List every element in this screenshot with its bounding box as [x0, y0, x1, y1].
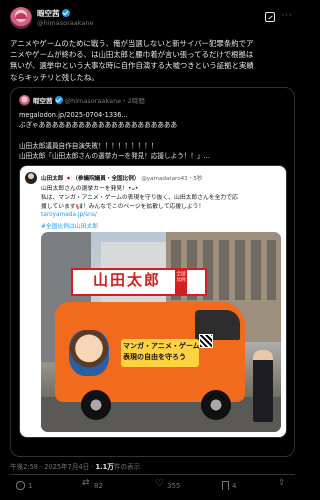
more-options-icon[interactable]: ··· — [281, 11, 293, 21]
person — [253, 350, 273, 422]
author-name-row[interactable]: 暇空茜 — [37, 8, 70, 19]
reply-button[interactable]: 1 — [16, 481, 32, 490]
grok-icon[interactable] — [265, 12, 275, 22]
post-text: アニメやゲームのために戦う、俺が当選しないと新サイバー犯罪条約でア ニメやゲーム… — [10, 39, 254, 82]
bookmark-button[interactable]: 4 — [222, 481, 236, 490]
quoted-post-text: megalodon.jp/2025-0704-1336... ぶぎゃああああああ… — [19, 111, 210, 160]
cartoon-character — [69, 330, 109, 376]
qr-code — [199, 334, 213, 348]
campaign-car-photo: 山田太郎 全国比例 マンガ・アニメ・ゲーム 表現の自由を守ろう — [41, 232, 281, 432]
embedded-author-handle: @yamadataro43 — [141, 176, 188, 182]
views-label: 件の表示 — [113, 463, 141, 471]
bookmark-count: 4 — [232, 482, 237, 490]
embedded-post-hashtag: #全国比例は山田太郎 — [41, 224, 99, 230]
retweet-count: 82 — [94, 482, 103, 490]
share-button[interactable] — [278, 478, 290, 490]
embedded-screenshot: 山田太郎 🇯🇵（参議院議員・全国比例） @yamadataro43・5秒 山田太… — [19, 165, 287, 438]
avatar — [25, 172, 37, 184]
author-handle[interactable]: @himasoraakane — [37, 19, 94, 27]
action-bar: 1 82 355 4 — [10, 478, 295, 497]
van-slogan-line2: 表現の自由を守ろう — [123, 353, 186, 361]
divider — [10, 474, 295, 475]
verified-badge-icon — [54, 96, 63, 104]
retweet-button[interactable]: 82 — [82, 478, 103, 490]
quoted-post-header: 暇空茜 @himasoraakane・2時間 — [19, 95, 145, 106]
roof-sign-side-text: 全国比例 — [175, 270, 187, 296]
avatar[interactable] — [19, 95, 30, 106]
quoted-post[interactable]: 暇空茜 @himasoraakane・2時間 megalodon.jp/2025… — [10, 87, 295, 457]
author-name[interactable]: 暇空茜 — [37, 9, 60, 18]
quoted-post-time: ・2時間 — [121, 97, 145, 105]
reply-icon — [16, 481, 25, 490]
embedded-post-time: ・5秒 — [187, 176, 203, 182]
embedded-author-name: 山田太郎 🇯🇵（参議院議員・全国比例） — [41, 176, 140, 182]
post-header: 暇空茜 @himasoraakane ··· — [10, 7, 295, 29]
wheel — [81, 390, 111, 420]
van-slogan-line1: マンガ・アニメ・ゲーム — [123, 342, 200, 350]
verified-badge-icon — [61, 9, 70, 17]
avatar[interactable] — [10, 7, 32, 29]
heart-icon — [155, 478, 164, 490]
like-count: 355 — [167, 482, 181, 490]
road — [41, 397, 281, 432]
like-button[interactable]: 355 — [155, 478, 181, 490]
quoted-author-name[interactable]: 暇空茜 — [33, 97, 53, 105]
share-icon — [278, 478, 287, 490]
post-time[interactable]: 午後2:58 · 2025年7月4日 · — [10, 463, 96, 471]
embedded-post-link: taroyamada.jp/sns/ — [41, 212, 97, 218]
bookmark-icon — [222, 481, 229, 490]
embedded-post-header: 山田太郎 🇯🇵（参議院議員・全国比例） @yamadataro43・5秒 — [41, 174, 202, 182]
roof-sign-text: 山田太郎 — [93, 271, 162, 289]
embedded-post-text: 山田太郎さんの選挙カーを発見！•ᴗ• 私は、マンガ・アニメ・ゲームの表現を守り抜… — [41, 186, 238, 210]
post-timestamp: 午後2:58 · 2025年7月4日 · 1.1万件の表示 — [10, 461, 140, 471]
retweet-icon — [82, 478, 91, 490]
quoted-author-handle: @himasoraakane — [64, 97, 122, 105]
reply-count: 1 — [28, 482, 33, 490]
views-count: 1.1万 — [95, 463, 114, 471]
wheel — [201, 390, 231, 420]
